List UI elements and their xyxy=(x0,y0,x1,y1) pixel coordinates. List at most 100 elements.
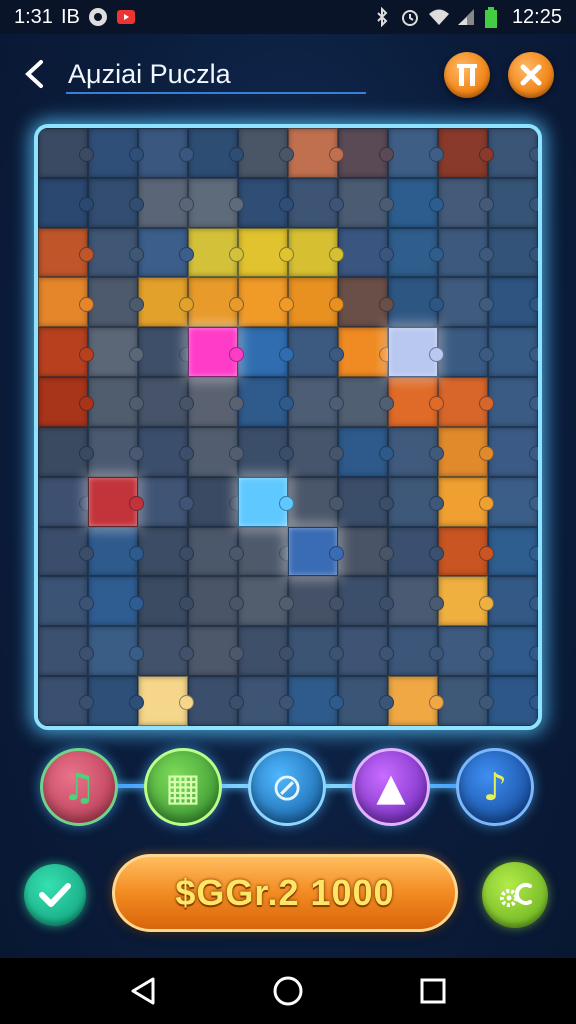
puzzle-piece[interactable] xyxy=(388,476,444,527)
puzzle-piece[interactable] xyxy=(488,177,538,228)
puzzle-piece[interactable] xyxy=(188,277,244,328)
puzzle-piece[interactable] xyxy=(38,177,94,228)
puzzle-piece[interactable] xyxy=(138,476,194,527)
puzzle-piece[interactable] xyxy=(438,426,494,477)
puzzle-piece[interactable] xyxy=(388,377,444,427)
puzzle-piece[interactable] xyxy=(288,128,344,178)
score-button[interactable]: $GGr.2 1000 xyxy=(112,854,458,932)
puzzle-piece[interactable] xyxy=(438,177,494,228)
puzzle-piece[interactable] xyxy=(38,476,94,527)
nav-back-button[interactable] xyxy=(123,971,163,1011)
puzzle-piece[interactable] xyxy=(188,626,244,677)
puzzle-piece[interactable] xyxy=(38,626,94,677)
puzzle-piece[interactable] xyxy=(388,426,444,477)
puzzle-piece[interactable] xyxy=(238,476,294,527)
puzzle-piece[interactable] xyxy=(238,626,294,677)
puzzle-piece[interactable] xyxy=(438,626,494,677)
puzzle-piece[interactable] xyxy=(338,377,394,427)
puzzle-piece[interactable] xyxy=(488,476,538,527)
puzzle-piece[interactable] xyxy=(488,626,538,677)
puzzle-piece[interactable] xyxy=(188,476,244,527)
puzzle-piece[interactable] xyxy=(288,426,344,477)
puzzle-piece[interactable] xyxy=(288,277,344,328)
puzzle-piece[interactable] xyxy=(188,177,244,228)
puzzle-piece[interactable] xyxy=(488,277,538,328)
search-tool-button[interactable]: ⊘ xyxy=(248,748,326,826)
puzzle-piece[interactable] xyxy=(88,476,144,527)
puzzle-piece[interactable] xyxy=(238,277,294,328)
puzzle-piece[interactable] xyxy=(488,526,538,577)
puzzle-piece[interactable] xyxy=(88,327,144,378)
puzzle-piece[interactable] xyxy=(188,576,244,627)
puzzle-piece[interactable] xyxy=(438,526,494,577)
puzzle-piece[interactable] xyxy=(388,128,444,178)
puzzle-piece[interactable] xyxy=(88,227,144,278)
puzzle-piece[interactable] xyxy=(338,128,394,178)
puzzle-piece[interactable] xyxy=(438,377,494,427)
triangle-tool-button[interactable]: ▲ xyxy=(352,748,430,826)
puzzle-piece[interactable] xyxy=(188,327,244,378)
puzzle-piece[interactable] xyxy=(88,676,144,726)
puzzle-piece[interactable] xyxy=(138,426,194,477)
puzzle-piece[interactable] xyxy=(288,676,344,726)
puzzle-piece[interactable] xyxy=(188,426,244,477)
puzzle-piece[interactable] xyxy=(138,526,194,577)
puzzle-piece[interactable] xyxy=(488,128,538,178)
puzzle-piece[interactable] xyxy=(288,476,344,527)
puzzle-piece[interactable] xyxy=(338,476,394,527)
puzzle-piece[interactable] xyxy=(138,676,194,726)
back-button[interactable] xyxy=(14,54,54,94)
puzzle-piece[interactable] xyxy=(338,227,394,278)
puzzle-piece[interactable] xyxy=(238,177,294,228)
puzzle-piece[interactable] xyxy=(388,626,444,677)
puzzle-piece[interactable] xyxy=(88,426,144,477)
puzzle-piece[interactable] xyxy=(138,626,194,677)
puzzle-piece[interactable] xyxy=(488,377,538,427)
puzzle-piece[interactable] xyxy=(188,227,244,278)
puzzle-piece[interactable] xyxy=(338,676,394,726)
puzzle-piece[interactable] xyxy=(388,327,444,378)
puzzle-piece[interactable] xyxy=(488,676,538,726)
puzzle-piece[interactable] xyxy=(88,576,144,627)
puzzle-piece[interactable] xyxy=(288,526,344,577)
map-tool-button[interactable]: ▦ xyxy=(144,748,222,826)
puzzle-piece[interactable] xyxy=(88,377,144,427)
nav-home-button[interactable] xyxy=(268,971,308,1011)
puzzle-board[interactable] xyxy=(34,124,542,730)
puzzle-piece[interactable] xyxy=(388,227,444,278)
puzzle-piece[interactable] xyxy=(438,277,494,328)
puzzle-piece[interactable] xyxy=(338,327,394,378)
puzzle-piece[interactable] xyxy=(188,526,244,577)
puzzle-piece[interactable] xyxy=(288,576,344,627)
puzzle-piece[interactable] xyxy=(338,626,394,677)
puzzle-piece[interactable] xyxy=(288,227,344,278)
puzzle-piece[interactable] xyxy=(238,426,294,477)
puzzle-piece[interactable] xyxy=(388,676,444,726)
puzzle-piece[interactable] xyxy=(338,576,394,627)
puzzle-piece[interactable] xyxy=(238,377,294,427)
puzzle-piece[interactable] xyxy=(88,277,144,328)
puzzle-piece[interactable] xyxy=(88,526,144,577)
close-button[interactable] xyxy=(508,52,554,98)
puzzle-piece[interactable] xyxy=(288,177,344,228)
puzzle-piece[interactable] xyxy=(88,128,144,178)
puzzle-piece[interactable] xyxy=(488,576,538,627)
puzzle-piece[interactable] xyxy=(238,327,294,378)
puzzle-piece[interactable] xyxy=(488,227,538,278)
puzzle-piece[interactable] xyxy=(288,626,344,677)
note-tool-button[interactable]: ♪ xyxy=(456,748,534,826)
puzzle-piece[interactable] xyxy=(138,227,194,278)
puzzle-piece[interactable] xyxy=(438,227,494,278)
puzzle-piece[interactable] xyxy=(238,676,294,726)
puzzle-piece[interactable] xyxy=(438,476,494,527)
puzzle-piece[interactable] xyxy=(38,227,94,278)
puzzle-piece[interactable] xyxy=(288,377,344,427)
puzzle-piece[interactable] xyxy=(238,526,294,577)
confirm-button[interactable] xyxy=(24,864,86,926)
nav-recents-button[interactable] xyxy=(413,971,453,1011)
puzzle-piece[interactable] xyxy=(338,177,394,228)
puzzle-piece[interactable] xyxy=(388,526,444,577)
settings-button[interactable] xyxy=(482,862,548,928)
puzzle-piece[interactable] xyxy=(38,327,94,378)
puzzle-piece[interactable] xyxy=(88,177,144,228)
